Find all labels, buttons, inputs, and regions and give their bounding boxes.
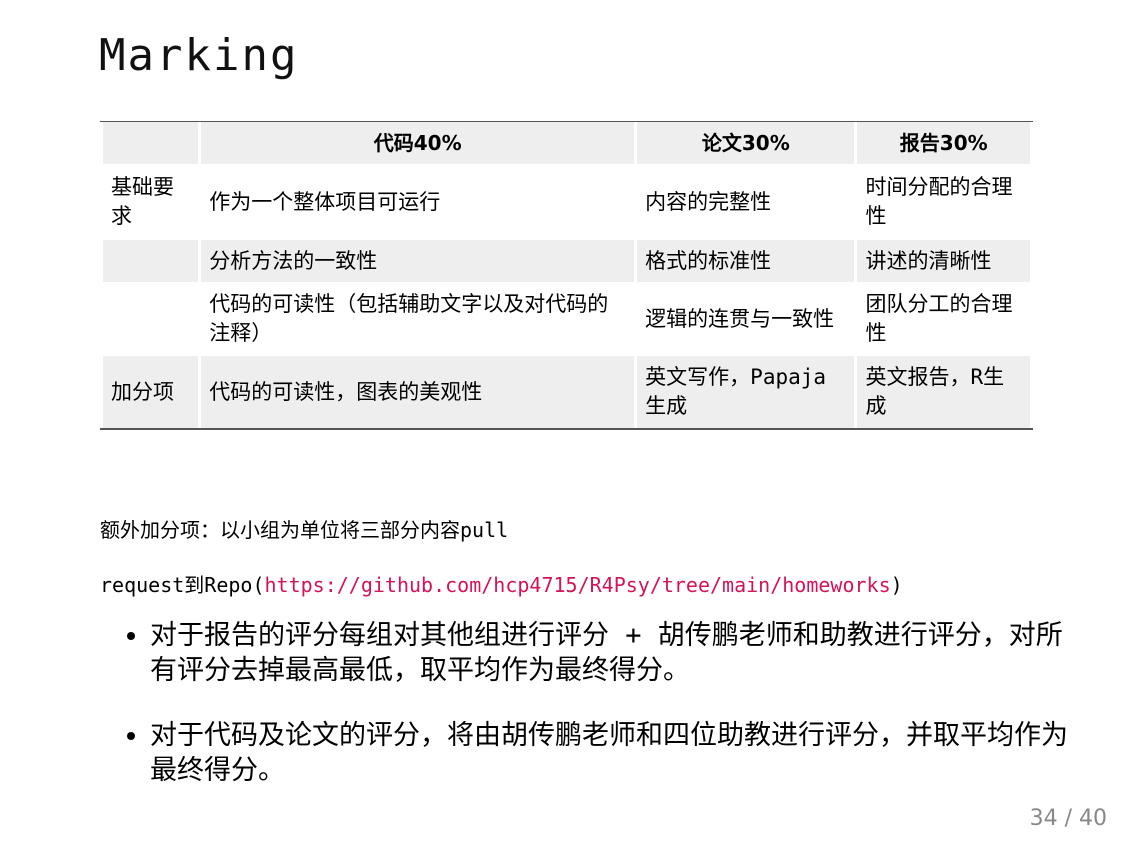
extra-note-suffix: ) bbox=[890, 573, 903, 597]
repo-link[interactable]: https://github.com/hcp4715/R4Psy/tree/ma… bbox=[265, 573, 891, 597]
table-cell: 内容的完整性 bbox=[645, 189, 772, 214]
table-header-row: 代码40% 论文30% 报告30% bbox=[103, 122, 1030, 164]
table-cell: 英文写作，Papaja生成 bbox=[637, 356, 855, 428]
table-row: 加分项 代码的可读性，图表的美观性 英文写作，Papaja生成 英文报告，R生成 bbox=[103, 356, 1030, 428]
page-number: 34 / 40 bbox=[1029, 806, 1107, 831]
table-cell: 加分项 bbox=[103, 356, 199, 428]
bullet-list: 对于报告的评分每组对其他组进行评分 + 胡传鹏老师和助教进行评分，对所有评分去掉… bbox=[122, 618, 1080, 818]
table-cell: 逻辑的连贯与一致性 bbox=[645, 306, 835, 331]
list-item: 对于代码及论文的评分，将由胡传鹏老师和四位助教进行评分，并取平均作为最终得分。 bbox=[150, 718, 1080, 788]
table-cell: 代码的可读性（包括辅助文字以及对代码的注释） bbox=[209, 292, 609, 345]
slide-title: Marking bbox=[99, 30, 299, 81]
table-cell: 时间分配的合理性 bbox=[865, 175, 1013, 228]
list-item: 对于报告的评分每组对其他组进行评分 + 胡传鹏老师和助教进行评分，对所有评分去掉… bbox=[150, 618, 1080, 688]
table-cell: 讲述的清晰性 bbox=[857, 240, 1030, 282]
marking-table: 代码40% 论文30% 报告30% 基础要求 作为一个整体项目可运行 内容的完整… bbox=[100, 121, 1033, 430]
table-cell: 格式的标准性 bbox=[637, 240, 855, 282]
header-paper: 论文30% bbox=[637, 122, 855, 164]
table-cell: 分析方法的一致性 bbox=[201, 240, 635, 282]
table-cell: 团队分工的合理性 bbox=[865, 292, 1013, 345]
table-cell: 基础要求 bbox=[111, 175, 174, 228]
extra-note-line2: request到Repo(https://github.com/hcp4715/… bbox=[100, 569, 903, 598]
header-blank bbox=[103, 122, 199, 164]
table-cell: 代码的可读性，图表的美观性 bbox=[201, 356, 635, 428]
header-code: 代码40% bbox=[201, 122, 635, 164]
table-row: 代码的可读性（包括辅助文字以及对代码的注释） 逻辑的连贯与一致性 团队分工的合理… bbox=[103, 282, 1030, 356]
extra-note-line1: 额外加分项：以小组为单位将三部分内容pull bbox=[100, 518, 509, 542]
header-report: 报告30% bbox=[857, 122, 1030, 164]
extra-note-prefix: request到Repo( bbox=[100, 573, 265, 597]
table-cell: 英文报告，R生成 bbox=[857, 356, 1030, 428]
table-cell bbox=[103, 240, 199, 282]
table-row: 基础要求 作为一个整体项目可运行 内容的完整性 时间分配的合理性 bbox=[103, 164, 1030, 240]
table-row: 分析方法的一致性 格式的标准性 讲述的清晰性 bbox=[103, 240, 1030, 282]
table-cell bbox=[103, 282, 198, 356]
table-cell: 作为一个整体项目可运行 bbox=[209, 189, 441, 214]
